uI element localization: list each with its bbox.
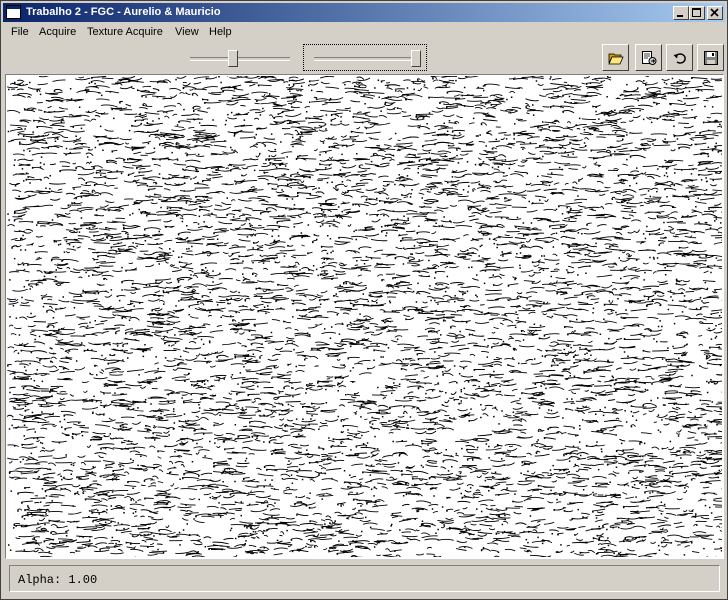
close-button[interactable] <box>707 6 723 20</box>
alpha-slider[interactable] <box>303 44 427 71</box>
texture-edges <box>7 76 722 557</box>
threshold-slider[interactable] <box>190 47 290 69</box>
status-alpha-text: Alpha: 1.00 <box>18 573 98 587</box>
maximize-button[interactable] <box>689 6 705 20</box>
maximize-icon <box>692 8 701 17</box>
toolbar <box>3 42 725 73</box>
minimize-button[interactable] <box>673 6 689 20</box>
slider-track <box>314 57 416 61</box>
export-document-icon <box>642 51 657 65</box>
undo-icon <box>673 53 686 64</box>
app-window: Trabalho 2 - FGC - Aurelio & Mauricio Fi… <box>0 0 728 600</box>
save-disk-icon <box>704 51 718 65</box>
slider-thumb[interactable] <box>228 50 238 67</box>
menu-view[interactable]: View <box>175 26 199 38</box>
edge-detected-texture-image <box>7 76 722 557</box>
minimize-icon <box>677 15 683 17</box>
menu-file[interactable]: File <box>11 26 29 38</box>
open-folder-icon <box>608 53 624 65</box>
menu-bar: File Acquire Texture Acquire View Help <box>3 23 725 42</box>
export-button[interactable] <box>635 44 662 71</box>
title-bar[interactable]: Trabalho 2 - FGC - Aurelio & Mauricio <box>3 3 725 22</box>
menu-texture-acquire[interactable]: Texture Acquire <box>87 26 163 38</box>
window-title: Trabalho 2 - FGC - Aurelio & Mauricio <box>26 6 221 18</box>
save-button[interactable] <box>697 44 724 71</box>
slider-thumb[interactable] <box>411 50 421 67</box>
slider-track <box>190 57 290 61</box>
image-canvas[interactable] <box>5 74 724 559</box>
close-icon <box>710 8 719 17</box>
undo-button[interactable] <box>666 44 693 71</box>
status-bar: Alpha: 1.00 <box>9 565 720 592</box>
open-button[interactable] <box>602 44 629 71</box>
menu-help[interactable]: Help <box>209 26 232 38</box>
app-window-icon <box>6 5 21 19</box>
menu-acquire[interactable]: Acquire <box>39 26 76 38</box>
